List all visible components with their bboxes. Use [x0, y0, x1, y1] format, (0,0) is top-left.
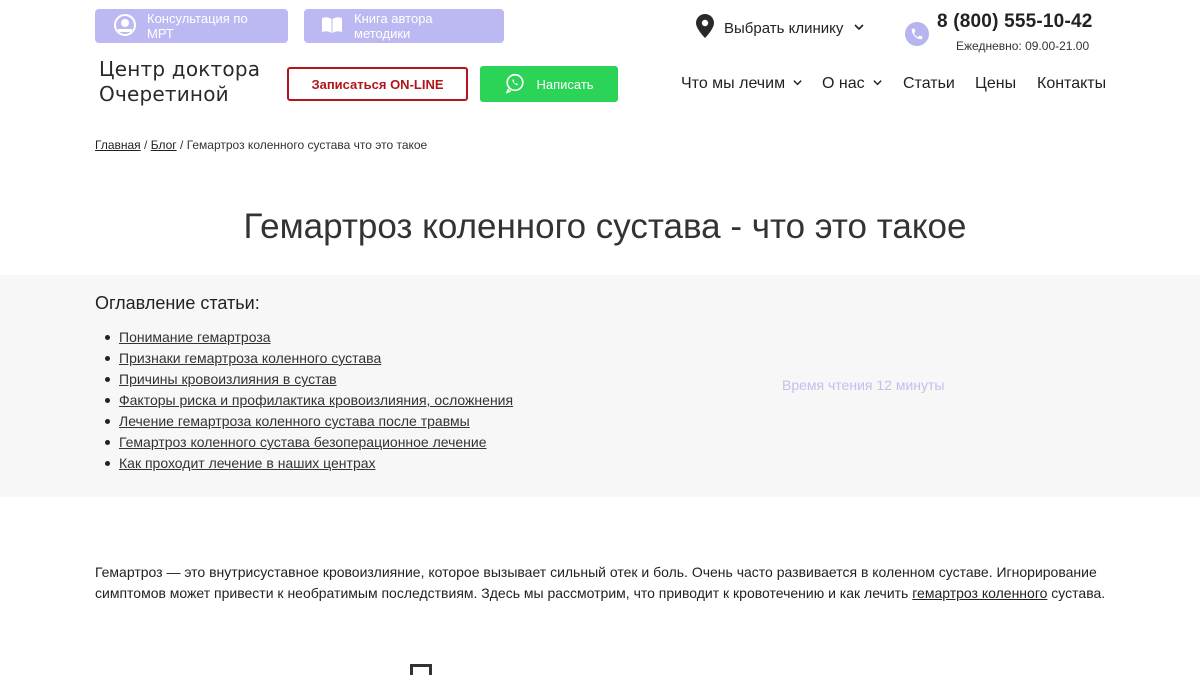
intro-paragraph: Гемартроз — это внутрисуставное кровоизл…	[95, 562, 1115, 604]
toc-item: Гемартроз коленного сустава безоперацион…	[104, 432, 513, 453]
mrt-consultation-label: Консультация по МРТ	[147, 11, 248, 41]
author-book-button[interactable]: Книга автора методики	[304, 9, 504, 43]
chevron-down-icon	[853, 20, 865, 37]
working-hours: Ежедневно: 09.00-21.00	[956, 39, 1090, 53]
toc-link[interactable]: Гемартроз коленного сустава безоперацион…	[119, 434, 487, 450]
toc-link[interactable]: Понимание гемартроза	[119, 329, 271, 345]
phone-number-link[interactable]: 8 (800) 555-10-42	[937, 11, 1093, 33]
reading-time: Время чтения 12 минуты	[782, 377, 945, 393]
hemarthrosis-knee-link[interactable]: гемартроз коленного	[912, 585, 1047, 601]
page-title: Гемартроз коленного сустава - что это та…	[243, 207, 967, 246]
toc-link[interactable]: Факторы риска и профилактика кровоизлиян…	[119, 392, 513, 408]
site-logo[interactable]: Центр доктора Очеретиной	[99, 57, 260, 107]
whatsapp-icon	[504, 72, 526, 97]
whatsapp-write-button[interactable]: Написать	[480, 66, 618, 102]
toc-item: Причины кровоизлияния в сустав	[104, 369, 513, 390]
toc-item: Признаки гемартроза коленного сустава	[104, 348, 513, 369]
toc-item: Как проходит лечение в наших центрах	[104, 453, 513, 474]
logo-line-2: Очеретиной	[99, 82, 229, 106]
clinic-select[interactable]: Выбрать клинику	[696, 14, 865, 42]
author-book-label: Книга автора методики	[354, 11, 433, 41]
nav-label: Что мы лечим	[681, 75, 786, 92]
mrt-consultation-button[interactable]: Консультация по МРТ	[95, 9, 288, 43]
toc-heading: Оглавление статьи:	[95, 293, 260, 313]
breadcrumb-home-link[interactable]: Главная	[95, 138, 141, 152]
whatsapp-write-label: Написать	[536, 76, 594, 92]
toc-item: Понимание гемартроза	[104, 327, 513, 348]
nav-item-contacts[interactable]: Контакты	[1037, 73, 1106, 95]
section-heading-partial	[410, 664, 432, 675]
breadcrumb-blog-link[interactable]: Блог	[151, 138, 177, 152]
toc-link[interactable]: Как проходит лечение в наших центрах	[119, 455, 376, 471]
toc-list: Понимание гемартроза Признаки гемартроза…	[104, 327, 513, 474]
intro-tail: сустава.	[1047, 585, 1106, 601]
breadcrumb-separator: /	[180, 138, 184, 152]
clinic-select-label: Выбрать клинику	[724, 19, 844, 37]
breadcrumb-separator: /	[144, 138, 148, 152]
location-pin-icon	[696, 14, 714, 42]
nav-item-articles[interactable]: Статьи	[903, 73, 955, 95]
book-online-button[interactable]: Записаться ON-LINE	[287, 67, 468, 101]
nav-item-about[interactable]: О нас	[822, 73, 883, 95]
open-book-icon	[320, 13, 344, 40]
logo-line-1: Центр доктора	[99, 57, 261, 81]
toc-link[interactable]: Признаки гемартроза коленного сустава	[119, 350, 381, 366]
phone-icon	[905, 22, 929, 46]
chevron-down-icon	[792, 75, 803, 93]
toc-link[interactable]: Лечение гемартроза коленного сустава пос…	[119, 413, 470, 429]
nav-item-what-we-treat[interactable]: Что мы лечим	[681, 73, 803, 95]
breadcrumb: Главная / Блог / Гемартроз коленного сус…	[95, 138, 427, 152]
toc-item: Лечение гемартроза коленного сустава пос…	[104, 411, 513, 432]
nav-label: О нас	[822, 75, 865, 92]
toc-link[interactable]: Причины кровоизлияния в сустав	[119, 371, 337, 387]
breadcrumb-current: Гемартроз коленного сустава что это тако…	[186, 138, 428, 152]
nav-item-prices[interactable]: Цены	[975, 73, 1016, 95]
chevron-down-icon	[872, 75, 883, 93]
toc-item: Факторы риска и профилактика кровоизлиян…	[104, 390, 513, 411]
mri-scanner-icon	[113, 13, 137, 40]
